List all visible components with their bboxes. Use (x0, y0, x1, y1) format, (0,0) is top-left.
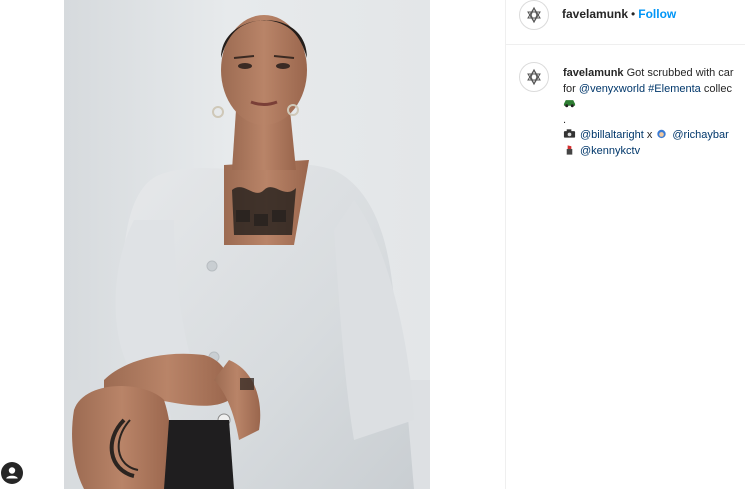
hashtag-link[interactable]: #Elementa (648, 83, 701, 95)
lotus-logo-icon[interactable] (519, 0, 549, 30)
lipstick-emoji-icon (566, 144, 573, 155)
post-photo[interactable] (64, 0, 430, 489)
hair-emoji-icon (657, 129, 667, 139)
comments-panel: favelamunk • Follow favelamunk Got scrubbe… (505, 0, 745, 489)
username-link[interactable]: favelamunk (562, 7, 628, 21)
caption-suffix: collec (703, 82, 732, 95)
lotus-logo-icon[interactable] (519, 62, 549, 92)
post-caption: favelamunk Got scrubbed with car for @ve… (563, 66, 745, 159)
credit-mention-1[interactable]: @billaltaright (580, 129, 644, 141)
caption-prefix: for (563, 82, 576, 95)
car-emoji-icon (563, 100, 576, 108)
caption-username[interactable]: favelamunk (563, 67, 624, 79)
caption-row-3 (563, 97, 745, 113)
credit-mention-3[interactable]: @kennykctv (580, 145, 640, 157)
caption-text: Got scrubbed with car (626, 67, 734, 79)
caption-dot: . (563, 113, 567, 126)
caption-row-6: @kennykctv (563, 144, 745, 160)
credit-mention-2[interactable]: @richaybar (672, 129, 728, 141)
page-gutter (0, 0, 64, 489)
header-line: favelamunk • Follow (562, 7, 676, 21)
caption-row-2: for @venyxworld #Elementa collec (563, 82, 745, 98)
credit-x: x (646, 129, 653, 141)
post-header: favelamunk • Follow (506, 0, 745, 45)
separator-dot: • (631, 7, 636, 21)
caption-row-1: favelamunk Got scrubbed with car (563, 66, 745, 82)
camera-emoji-icon (563, 129, 576, 138)
caption-row-4: . (563, 113, 745, 129)
caption-row-5: @billaltaright x @richaybar (563, 128, 745, 144)
follow-button[interactable]: Follow (638, 7, 676, 21)
mention-link[interactable]: @venyxworld (579, 83, 645, 95)
profile-icon[interactable] (1, 462, 23, 484)
